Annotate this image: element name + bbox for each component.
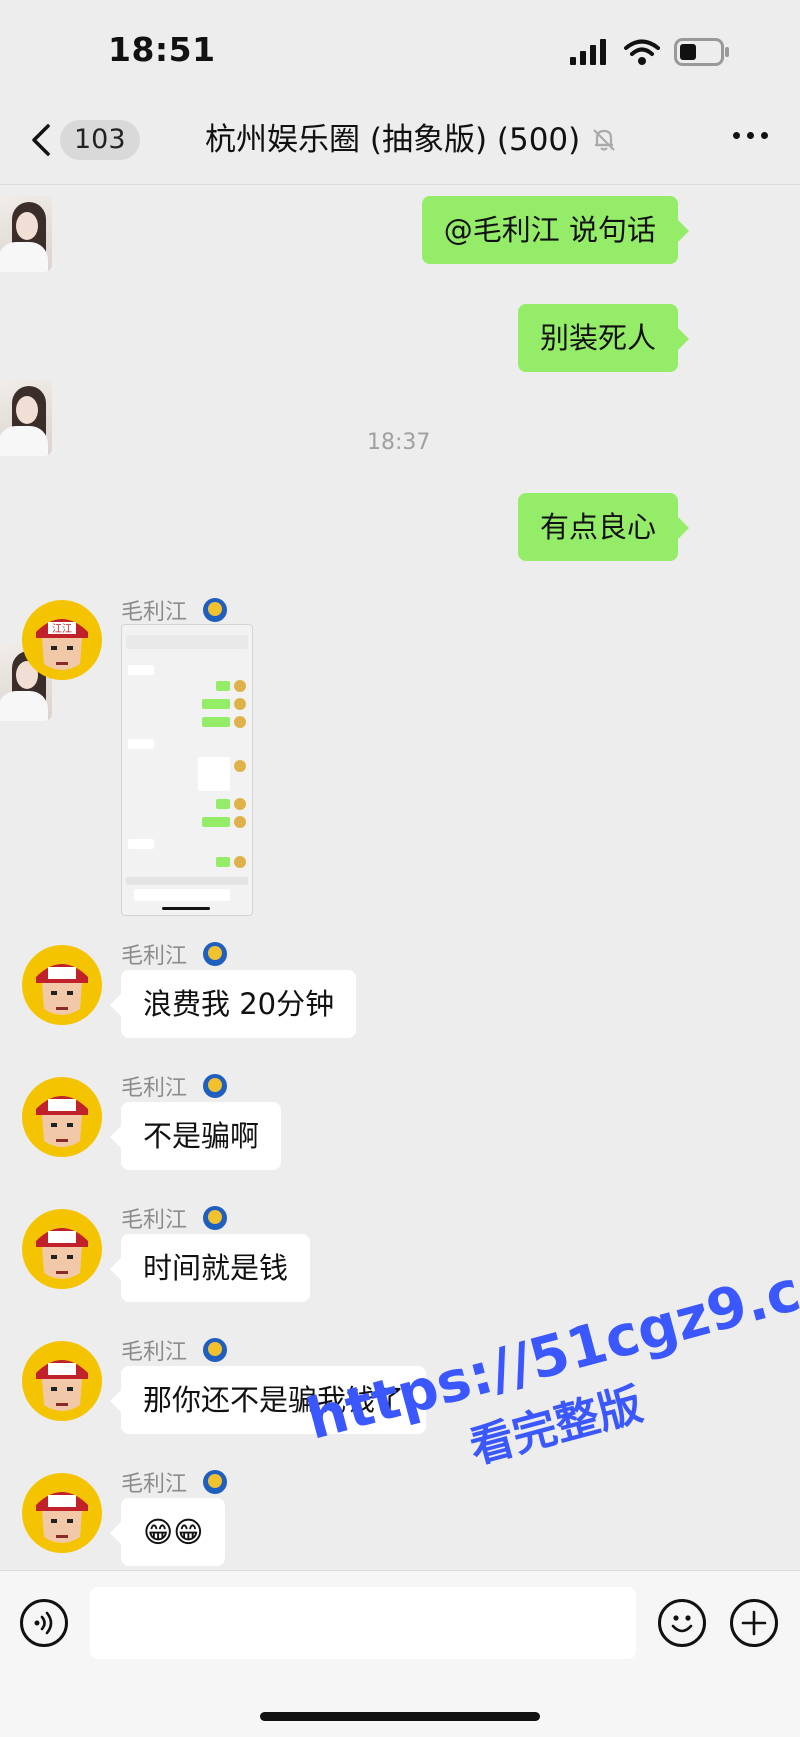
message-input[interactable] bbox=[90, 1587, 636, 1659]
back-chevron-icon bbox=[32, 124, 50, 156]
sender-name: 毛利江 bbox=[121, 1202, 228, 1234]
more-dots-icon bbox=[733, 132, 740, 139]
user-badge-icon bbox=[203, 598, 228, 622]
unread-count-badge[interactable]: 103 bbox=[60, 120, 140, 160]
mute-bell-icon bbox=[593, 129, 616, 151]
avatar[interactable] bbox=[22, 1077, 102, 1157]
wifi-icon bbox=[624, 39, 660, 65]
chat-title: 杭州娱乐圈 (抽象版) (500) bbox=[205, 122, 581, 158]
sender-name: 毛利江 bbox=[121, 938, 228, 970]
sender-name: 毛利江 bbox=[121, 594, 228, 626]
emoji-button[interactable] bbox=[658, 1599, 706, 1647]
message-bubble[interactable]: 有点良心 bbox=[517, 493, 690, 561]
avatar[interactable] bbox=[22, 1341, 102, 1421]
message-bubble[interactable]: 那你还不是骗我钱了 bbox=[109, 1366, 427, 1434]
avatar[interactable] bbox=[0, 196, 52, 272]
avatar[interactable]: 江江 bbox=[22, 600, 102, 680]
image-message[interactable] bbox=[121, 624, 253, 916]
message-bubble[interactable]: 时间就是钱 bbox=[109, 1234, 311, 1302]
voice-button[interactable] bbox=[20, 1599, 68, 1647]
back-button[interactable] bbox=[24, 118, 58, 162]
battery-icon bbox=[674, 38, 729, 66]
user-badge-icon bbox=[203, 1074, 228, 1098]
sender-name: 毛利江 bbox=[121, 1466, 228, 1498]
chat-header: 103 杭州娱乐圈 (抽象版) (500) bbox=[0, 96, 800, 185]
emoji-icon bbox=[671, 1615, 693, 1633]
message-bubble[interactable]: 浪费我 20分钟 bbox=[109, 970, 357, 1038]
message-bubble[interactable]: @毛利江 说句话 bbox=[421, 196, 690, 264]
avatar[interactable] bbox=[22, 1473, 102, 1553]
avatar[interactable] bbox=[22, 1209, 102, 1289]
sender-name: 毛利江 bbox=[121, 1334, 228, 1366]
add-button[interactable] bbox=[730, 1599, 778, 1647]
message-bubble[interactable]: 😁😁 bbox=[109, 1498, 226, 1566]
user-badge-icon bbox=[203, 1470, 228, 1494]
signal-icon bbox=[570, 39, 606, 65]
watermark-caption: 看完整版 bbox=[464, 1379, 648, 1474]
avatar-cap-text: 江江 bbox=[52, 623, 72, 635]
message-bubble[interactable]: 别装死人 bbox=[517, 304, 690, 372]
avatar[interactable] bbox=[0, 380, 52, 456]
chat-title-wrap[interactable]: 杭州娱乐圈 (抽象版) (500) bbox=[205, 116, 618, 164]
voice-icon bbox=[34, 1611, 53, 1635]
message-bubble[interactable]: 不是骗啊 bbox=[109, 1102, 282, 1170]
status-time: 18:51 bbox=[108, 30, 216, 69]
message-timestamp: 18:37 bbox=[367, 430, 431, 455]
plus-icon bbox=[741, 1610, 767, 1636]
avatar[interactable] bbox=[22, 945, 102, 1025]
more-button[interactable] bbox=[733, 132, 768, 139]
status-icons bbox=[570, 38, 730, 66]
user-badge-icon bbox=[203, 942, 228, 966]
home-indicator bbox=[260, 1712, 540, 1721]
user-badge-icon bbox=[203, 1206, 228, 1230]
sender-name: 毛利江 bbox=[121, 1070, 228, 1102]
user-badge-icon bbox=[203, 1338, 228, 1362]
